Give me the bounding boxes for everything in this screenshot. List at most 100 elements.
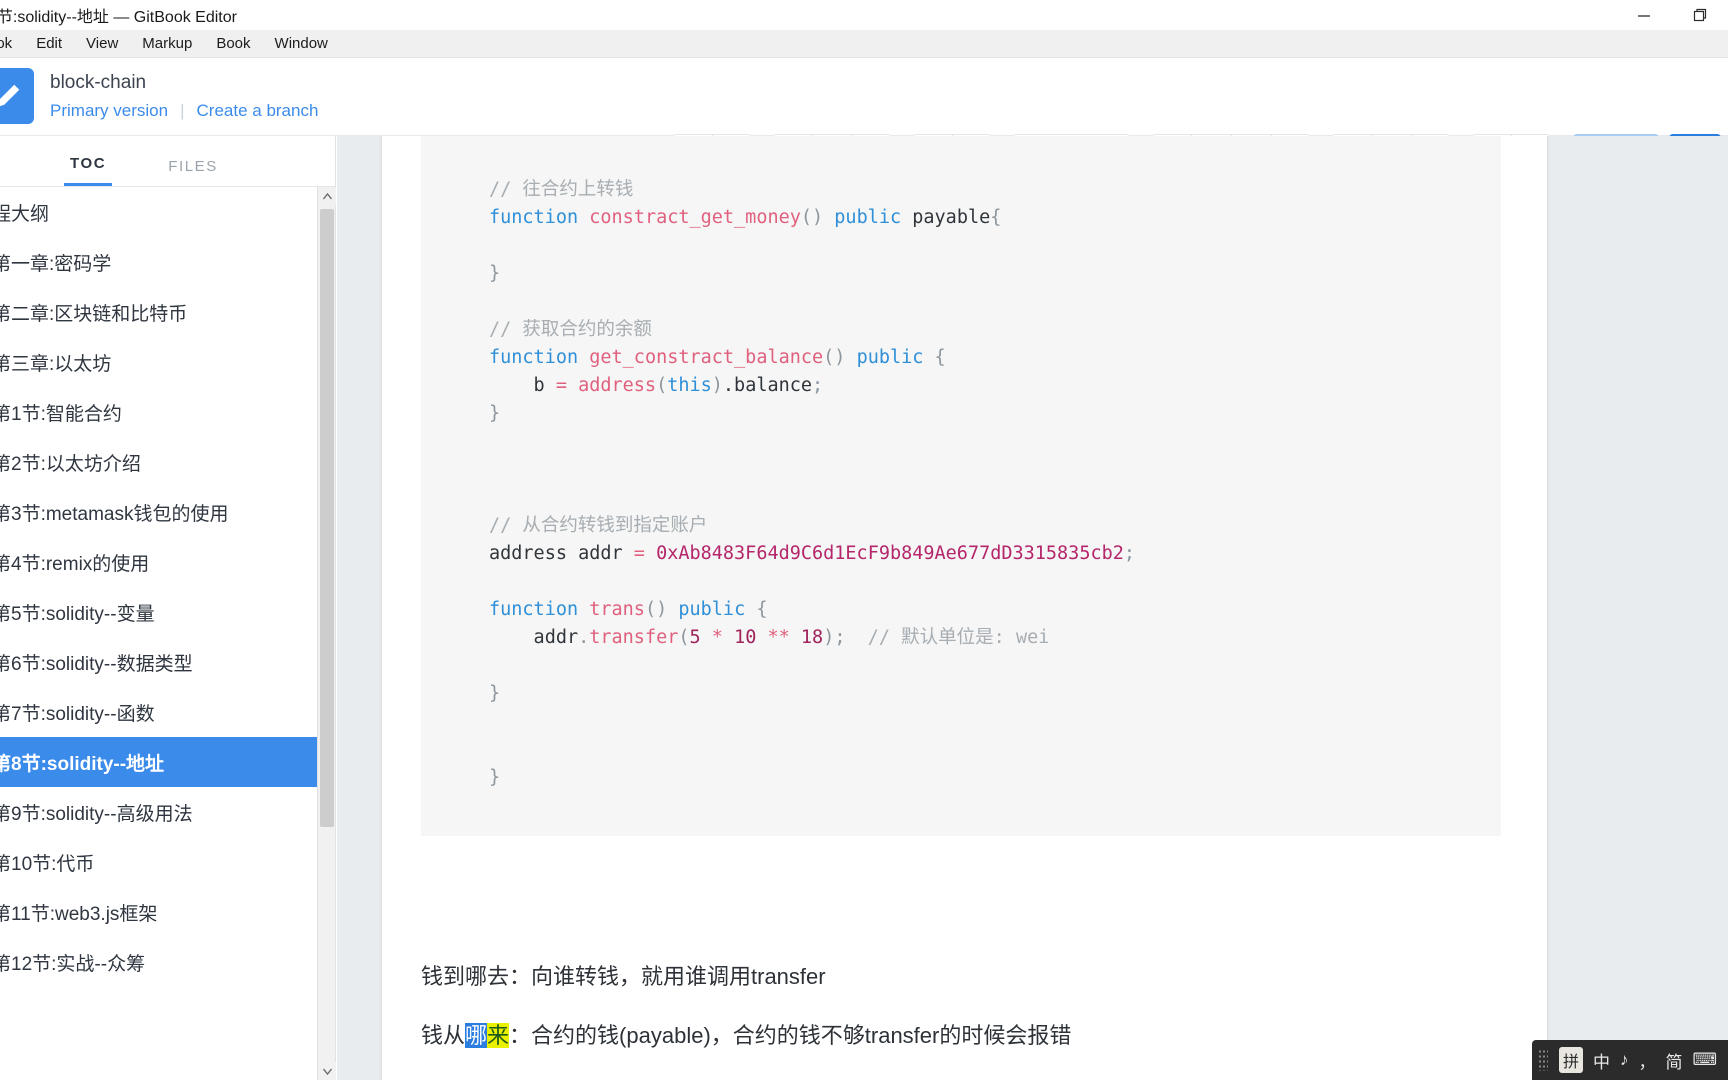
- scrollbar-thumb[interactable]: [320, 209, 334, 827]
- toc-item-14[interactable]: 第11节:web3.js框架: [0, 887, 335, 937]
- code-token: (: [656, 375, 668, 396]
- code-line: address addr = 0xAb8483F64d9C6d1EcF9b849…: [489, 540, 1501, 568]
- pencil-icon: [0, 84, 20, 107]
- code-line: }: [489, 764, 1501, 792]
- toc-item-2[interactable]: 第二章:区块链和比特币: [0, 287, 335, 337]
- scroll-up-button[interactable]: [318, 187, 336, 205]
- create-branch-link[interactable]: Create a branch: [197, 100, 319, 121]
- sidebar-scrollbar[interactable]: [317, 187, 336, 1080]
- menu-item-markup[interactable]: Markup: [130, 35, 204, 52]
- minimize-button[interactable]: [1616, 0, 1672, 30]
- toc-item-3[interactable]: 第三章:以太坊: [0, 337, 335, 387]
- code-line: // 往合约上转钱: [489, 176, 1501, 204]
- toc-item-4[interactable]: 第1节:智能合约: [0, 387, 335, 437]
- code-block[interactable]: // 往合约上转钱 function constract_get_money() …: [421, 136, 1501, 836]
- code-token: {: [990, 207, 1002, 228]
- menu-item-window[interactable]: Window: [263, 35, 340, 52]
- ime-script-toggle[interactable]: 简: [1665, 1048, 1682, 1073]
- code-token: // 从合约转钱到指定账户: [489, 515, 708, 536]
- toc-item-9[interactable]: 第6节:solidity--数据类型: [0, 637, 335, 687]
- code-token: .: [578, 627, 590, 648]
- code-token: (): [823, 347, 857, 368]
- code-token: payable: [901, 207, 991, 228]
- code-token: // 默认单位是: wei: [867, 627, 1050, 648]
- primary-version-link[interactable]: Primary version: [50, 100, 168, 121]
- sidebar-tabs: TOC FILES: [0, 136, 335, 187]
- toc-item-label: 第三章:以太坊: [0, 353, 112, 375]
- code-line: // 获取合约的余额: [489, 316, 1501, 344]
- ime-toolbar[interactable]: 拼 中 ♪ ， 简 ⌨: [1531, 1040, 1728, 1080]
- code-token: }: [489, 683, 501, 704]
- restore-button[interactable]: [1672, 0, 1728, 30]
- toc-item-0[interactable]: 程大纲: [0, 187, 335, 237]
- code-token: public: [856, 347, 924, 368]
- tab-toc[interactable]: TOC: [64, 155, 113, 186]
- scroll-down-button[interactable]: [318, 1062, 336, 1080]
- toc-item-5[interactable]: 第2节:以太坊介绍: [0, 437, 335, 487]
- code-token: {: [923, 347, 946, 368]
- ime-punctuation-toggle[interactable]: ♪: [1620, 1050, 1629, 1070]
- paragraph-2[interactable]: 钱从哪来：合约的钱(payable)，合约的钱不够transfer的时候会报错: [421, 1018, 1071, 1050]
- code-token: function: [489, 599, 590, 620]
- toc-item-label: 第5节:solidity--变量: [0, 603, 155, 625]
- brand: block-chain Primary version | Create a b…: [0, 68, 318, 124]
- code-line: b = address(this).balance;: [489, 372, 1501, 400]
- toc-item-label: 第3节:metamask钱包的使用: [0, 503, 229, 525]
- brand-divider: |: [180, 100, 185, 120]
- window-titlebar: 8节:solidity--地址 — GitBook Editor: [0, 0, 1728, 30]
- code-token: );: [823, 627, 868, 648]
- menu-item-view[interactable]: View: [74, 35, 130, 52]
- code-token: transfer: [589, 627, 679, 648]
- text-selection: 哪: [465, 1023, 488, 1048]
- menu-item-book[interactable]: Book: [204, 35, 262, 52]
- code-line: function get_constract_balance() public …: [489, 344, 1501, 372]
- code-token: *: [700, 627, 735, 648]
- code-token: (): [644, 599, 679, 620]
- toc-item-1[interactable]: 第一章:密码学: [0, 237, 335, 287]
- toc-item-label: 第1节:智能合约: [0, 403, 122, 425]
- menubar: ookEditViewMarkupBookWindow: [0, 30, 1728, 58]
- paragraph-1[interactable]: 钱到哪去：向谁转钱，就用谁调用transfer: [421, 959, 826, 991]
- toc-item-10[interactable]: 第7节:solidity--函数: [0, 687, 335, 737]
- editor-area: // 往合约上转钱 function constract_get_money() …: [337, 136, 1728, 1080]
- toc-item-7[interactable]: 第4节:remix的使用: [0, 537, 335, 587]
- code-token: **: [756, 627, 801, 648]
- document-page[interactable]: // 往合约上转钱 function constract_get_money() …: [382, 136, 1547, 1080]
- toc-item-6[interactable]: 第3节:metamask钱包的使用: [0, 487, 335, 537]
- ime-drag-handle[interactable]: [1537, 1049, 1548, 1071]
- code-token: // 获取合约的余额: [489, 319, 652, 340]
- restore-icon: [1693, 8, 1707, 22]
- toc-item-label: 程大纲: [0, 203, 50, 225]
- code-line: addr.transfer(5 * 10 ** 18); // 默认单位是: w…: [489, 624, 1501, 652]
- code-line: }: [489, 260, 1501, 288]
- toc-item-15[interactable]: 第12节:实战--众筹: [0, 937, 335, 987]
- code-token: ;: [1123, 543, 1136, 564]
- sidebar: TOC FILES 程大纲第一章:密码学第二章:区块链和比特币第三章:以太坊 第1节…: [0, 136, 336, 1080]
- menu-item-edit[interactable]: Edit: [24, 35, 74, 52]
- code-token: function: [489, 347, 590, 368]
- app-header: block-chain Primary version | Create a b…: [0, 58, 1728, 176]
- toc-item-8[interactable]: 第5节:solidity--变量: [0, 587, 335, 637]
- app-logo[interactable]: [0, 68, 34, 124]
- toc-item-11[interactable]: 第8节:solidity--地址: [0, 737, 335, 787]
- tab-files[interactable]: FILES: [162, 158, 224, 186]
- code-token: ): [711, 375, 723, 396]
- code-token: 18: [800, 627, 824, 648]
- window-title: 8节:solidity--地址 — GitBook Editor: [0, 9, 237, 26]
- ime-shape-toggle[interactable]: ，: [1638, 1048, 1655, 1073]
- minimize-icon: [1638, 15, 1650, 17]
- window-controls: [1616, 0, 1728, 30]
- code-token: 10: [734, 627, 757, 648]
- toc-item-label: 第一章:密码学: [0, 253, 112, 275]
- keyboard-icon[interactable]: ⌨: [1692, 1050, 1717, 1070]
- ime-language-toggle[interactable]: 中: [1593, 1048, 1610, 1073]
- menu-item-ook[interactable]: ook: [0, 35, 24, 52]
- ime-mode-key[interactable]: 拼: [1558, 1047, 1583, 1073]
- toc-item-label: 第8节:solidity--地址: [0, 753, 165, 775]
- toc-item-13[interactable]: 第10节:代币: [0, 837, 335, 887]
- toc-item-label: 第4节:remix的使用: [0, 553, 150, 575]
- toc-item-12[interactable]: 第9节:solidity--高级用法: [0, 787, 335, 837]
